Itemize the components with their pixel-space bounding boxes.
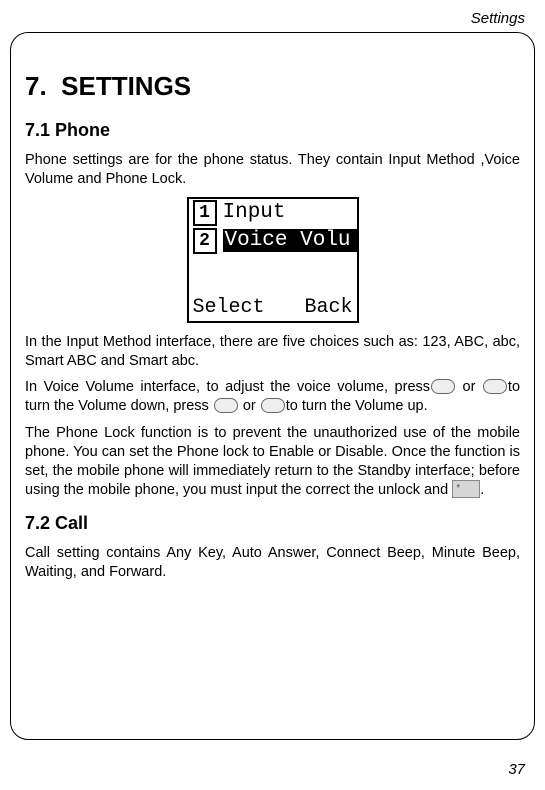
voice-vol-text-a: In Voice Volume interface, to adjust the… bbox=[25, 379, 430, 395]
section-heading-phone: 7.1 Phone bbox=[25, 120, 520, 141]
input-method-paragraph: In the Input Method interface, there are… bbox=[25, 333, 520, 371]
lock-text-b: . bbox=[480, 482, 484, 498]
lcd-softkey-right: Back bbox=[304, 296, 352, 319]
lcd-item2-label: Voice Volu bbox=[223, 229, 357, 252]
star-key-icon: * bbox=[452, 480, 480, 498]
lcd-row-1: 1 Input bbox=[189, 199, 357, 227]
lcd-screen: 1 Input 2 Voice Volu Select Back bbox=[187, 197, 359, 323]
key-icon-right-2 bbox=[261, 398, 285, 413]
lock-text-a: The Phone Lock function is to prevent th… bbox=[25, 425, 520, 498]
key-icon-left-1 bbox=[431, 379, 455, 394]
content-frame: 7. SETTINGS 7.1 Phone Phone settings are… bbox=[10, 32, 535, 740]
lcd-item2-num: 2 bbox=[193, 228, 217, 254]
lcd-softkey-left: Select bbox=[193, 296, 265, 319]
page-number: 37 bbox=[508, 761, 525, 778]
phone-lock-paragraph: The Phone Lock function is to prevent th… bbox=[25, 424, 520, 499]
section-heading-call: 7.2 Call bbox=[25, 513, 520, 534]
chapter-title: 7. SETTINGS bbox=[25, 71, 520, 102]
phone-intro-paragraph: Phone settings are for the phone status.… bbox=[25, 151, 520, 189]
lcd-screenshot: 1 Input 2 Voice Volu Select Back bbox=[25, 197, 520, 323]
lcd-item1-label: Input bbox=[223, 201, 357, 224]
lcd-item1-num: 1 bbox=[193, 200, 217, 226]
call-paragraph: Call setting contains Any Key, Auto Answ… bbox=[25, 544, 520, 582]
voice-vol-text-d: or bbox=[239, 398, 260, 414]
chapter-number: 7. bbox=[25, 71, 47, 101]
voice-volume-paragraph: In Voice Volume interface, to adjust the… bbox=[25, 378, 520, 416]
key-icon-right-1 bbox=[214, 398, 238, 413]
voice-vol-text-b: or bbox=[456, 379, 482, 395]
voice-vol-text-e: to turn the Volume up. bbox=[286, 398, 428, 414]
chapter-title-text: SETTINGS bbox=[61, 71, 191, 101]
lcd-softkeys: Select Back bbox=[193, 296, 353, 319]
header-section-label: Settings bbox=[471, 10, 525, 27]
lcd-row-2-selected: 2 Voice Volu bbox=[189, 227, 357, 255]
key-icon-left-2 bbox=[483, 379, 507, 394]
